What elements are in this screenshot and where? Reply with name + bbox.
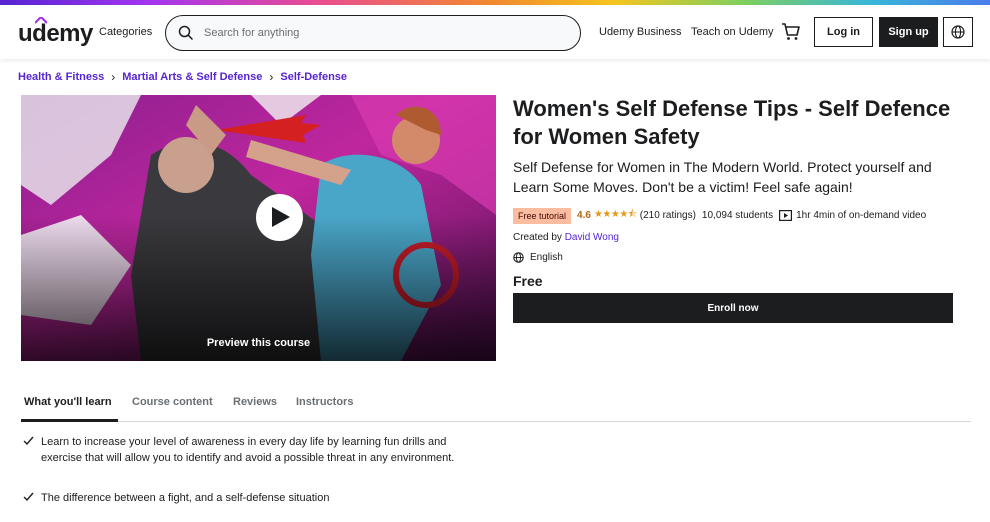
- course-title: Women's Self Defense Tips - Self Defence…: [513, 96, 951, 149]
- list-item: The difference between a fight, and a se…: [23, 490, 463, 508]
- cart-icon[interactable]: [781, 22, 801, 42]
- play-button[interactable]: [256, 194, 303, 241]
- tab-instructors[interactable]: Instructors: [296, 396, 353, 408]
- globe-icon: [513, 252, 524, 263]
- instructor-link[interactable]: David Wong: [565, 232, 619, 243]
- udemy-business-link[interactable]: Udemy Business: [599, 26, 682, 38]
- tab-reviews[interactable]: Reviews: [233, 396, 277, 408]
- preview-label: Preview this course: [206, 337, 311, 349]
- search-icon[interactable]: [178, 25, 194, 41]
- course-language: English: [513, 252, 563, 263]
- breadcrumb-item-martial-arts[interactable]: Martial Arts & Self Defense: [122, 71, 262, 83]
- top-header: udemy Categories Udemy Business Teach on…: [0, 5, 990, 59]
- rating-value: 4.6: [577, 210, 591, 221]
- teach-on-udemy-link[interactable]: Teach on Udemy: [691, 26, 774, 38]
- chevron-right-icon: ›: [269, 70, 274, 84]
- created-by: Created by David Wong: [513, 232, 619, 243]
- free-tutorial-badge: Free tutorial: [513, 207, 572, 224]
- check-icon: [23, 436, 34, 446]
- created-by-label: Created by: [513, 232, 562, 243]
- search-input[interactable]: [204, 24, 564, 42]
- logo-text: udemy: [18, 20, 93, 47]
- students-count: 10,094 students: [701, 210, 774, 221]
- video-icon: [779, 210, 793, 221]
- list-item: Learn to increase your level of awarenes…: [23, 434, 463, 486]
- learn-item-text: The difference between a fight, and a se…: [41, 492, 330, 504]
- learn-item-text: Learn to increase your level of awarenes…: [41, 436, 455, 464]
- active-tab-underline: [21, 419, 118, 422]
- globe-icon: [951, 25, 965, 39]
- course-preview[interactable]: Preview this course: [21, 95, 496, 361]
- tab-what-youll-learn[interactable]: What you'll learn: [24, 396, 112, 408]
- check-icon: [23, 492, 34, 502]
- star-rating-icon: ★★★★⯪: [593, 209, 637, 220]
- breadcrumb-item-self-defense[interactable]: Self-Defense: [280, 71, 347, 83]
- course-meta-row: Free tutorial 4.6 ★★★★⯪ (210 ratings) 10…: [513, 207, 926, 224]
- language-button[interactable]: [943, 17, 973, 47]
- play-icon: [272, 207, 290, 227]
- course-price: Free: [513, 273, 543, 289]
- breadcrumb: Health & Fitness › Martial Arts & Self D…: [18, 70, 347, 84]
- udemy-logo[interactable]: udemy: [18, 17, 93, 48]
- chevron-right-icon: ›: [111, 70, 116, 84]
- categories-link[interactable]: Categories: [99, 26, 152, 38]
- tab-course-content[interactable]: Course content: [132, 396, 213, 408]
- language-label: English: [530, 252, 563, 263]
- breadcrumb-item-health-fitness[interactable]: Health & Fitness: [18, 71, 104, 83]
- signup-button[interactable]: Sign up: [879, 17, 938, 47]
- search-bar[interactable]: [165, 15, 581, 51]
- course-subtitle: Self Defense for Women in The Modern Wor…: [513, 159, 932, 195]
- ratings-count-link[interactable]: (210 ratings): [640, 210, 696, 221]
- video-duration: 1hr 4min of on-demand video: [796, 210, 927, 221]
- course-tabs: What you'll learn Course content Reviews…: [21, 384, 971, 422]
- login-button[interactable]: Log in: [814, 17, 873, 47]
- enroll-button[interactable]: Enroll now: [513, 293, 953, 323]
